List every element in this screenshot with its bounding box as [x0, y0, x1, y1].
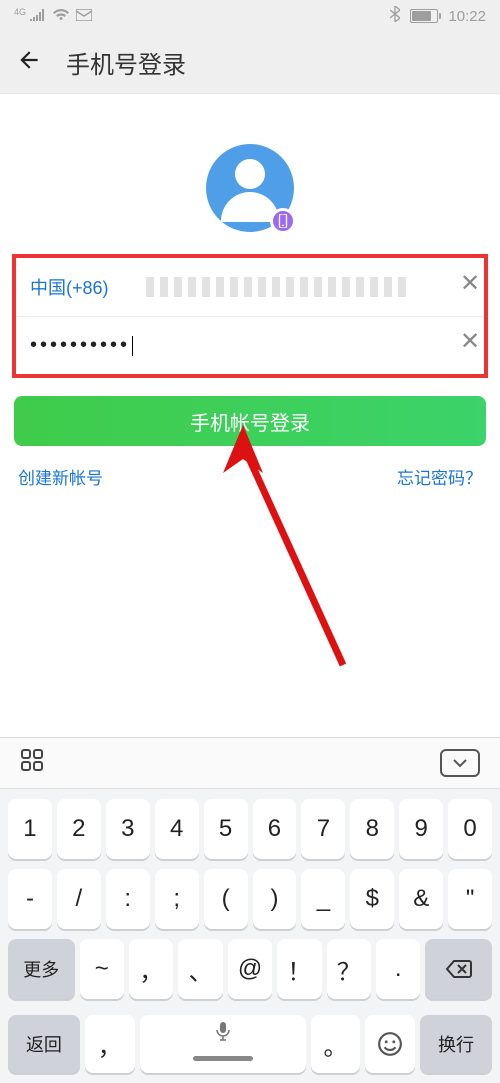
key-period-cn[interactable]: 。	[311, 1015, 361, 1073]
key-comma2[interactable]: ，	[85, 1015, 135, 1073]
key-emoji[interactable]	[365, 1015, 415, 1073]
key-4[interactable]: 4	[155, 799, 199, 859]
key-5[interactable]: 5	[204, 799, 248, 859]
key-return[interactable]: 返回	[8, 1015, 80, 1073]
key-newline[interactable]: 换行	[420, 1015, 492, 1073]
keyboard-apps-icon[interactable]	[20, 748, 44, 778]
password-row[interactable]: ••••••••••	[16, 316, 484, 374]
phone-input-masked[interactable]	[146, 277, 410, 297]
clear-phone-icon[interactable]: ✕	[440, 254, 500, 312]
keyboard-collapse-icon[interactable]	[440, 749, 480, 777]
key-9[interactable]: 9	[399, 799, 443, 859]
key-ques-cn[interactable]: ？	[327, 939, 371, 999]
forgot-password-link[interactable]: 忘记密码？	[397, 464, 482, 489]
key-6[interactable]: 6	[253, 799, 297, 859]
phone-badge-icon	[270, 208, 296, 234]
key-excl-cn[interactable]: ！	[277, 939, 321, 999]
mic-icon	[216, 1021, 230, 1047]
key-1[interactable]: 1	[8, 799, 52, 859]
bluetooth-icon	[390, 6, 400, 26]
message-icon	[76, 8, 92, 25]
emoji-icon	[377, 1031, 403, 1057]
key-backspace[interactable]	[425, 939, 492, 999]
page-title: 手机号登录	[66, 45, 186, 80]
backspace-icon	[445, 959, 473, 979]
key-lparen[interactable]: (	[204, 869, 248, 929]
back-icon[interactable]	[16, 47, 42, 78]
key-8[interactable]: 8	[350, 799, 394, 859]
key-tilde[interactable]: ~	[80, 939, 124, 999]
keyboard: 1 2 3 4 5 6 7 8 9 0 - / : ; ( ) _ $ & " …	[0, 737, 500, 1083]
key-3[interactable]: 3	[106, 799, 150, 859]
key-at[interactable]: @	[228, 939, 272, 999]
phone-row[interactable]: 中国(+86)	[16, 258, 484, 316]
key-rparen[interactable]: )	[253, 869, 297, 929]
key-slash[interactable]: /	[57, 869, 101, 929]
key-comma-cn[interactable]: ，	[129, 939, 173, 999]
battery-icon	[410, 9, 438, 23]
keyboard-row-3: 更多 ~ ， 、 @ ！ ？ .	[6, 939, 494, 999]
key-0[interactable]: 0	[448, 799, 492, 859]
status-bar: 4G 10:22	[0, 0, 500, 32]
key-space[interactable]	[140, 1015, 306, 1073]
header: 手机号登录	[0, 32, 500, 94]
network-label: 4G	[14, 7, 26, 17]
key-2[interactable]: 2	[57, 799, 101, 859]
key-amp[interactable]: &	[399, 869, 443, 929]
country-code-selector[interactable]: 中国(+86)	[16, 274, 146, 300]
key-quote[interactable]: "	[448, 869, 492, 929]
key-7[interactable]: 7	[301, 799, 345, 859]
wifi-icon	[52, 8, 70, 25]
signal-icon	[30, 8, 46, 25]
password-input[interactable]: ••••••••••	[16, 334, 420, 357]
keyboard-bottom-row: 返回 ， 。 换行	[0, 1015, 500, 1083]
login-button[interactable]: 手机帐号登录	[14, 396, 486, 446]
content: 中国(+86) •••••••••• ✕ ✕ 手机帐号登录 创建新帐号 忘记密码…	[0, 94, 500, 489]
keyboard-row-2: - / : ; ( ) _ $ & "	[6, 869, 494, 929]
key-period[interactable]: .	[376, 939, 420, 999]
key-more[interactable]: 更多	[8, 939, 75, 999]
key-colon[interactable]: :	[106, 869, 150, 929]
login-form-highlight: 中国(+86) ••••••••••	[12, 254, 488, 378]
keyboard-row-1: 1 2 3 4 5 6 7 8 9 0	[6, 799, 494, 859]
key-enum[interactable]: 、	[178, 939, 222, 999]
key-dollar[interactable]: $	[350, 869, 394, 929]
key-underscore[interactable]: _	[301, 869, 345, 929]
clear-password-icon[interactable]: ✕	[440, 312, 500, 370]
create-account-link[interactable]: 创建新帐号	[18, 464, 103, 489]
key-dash[interactable]: -	[8, 869, 52, 929]
status-time: 10:22	[448, 8, 486, 25]
key-semicolon[interactable]: ;	[155, 869, 199, 929]
avatar	[206, 144, 294, 232]
